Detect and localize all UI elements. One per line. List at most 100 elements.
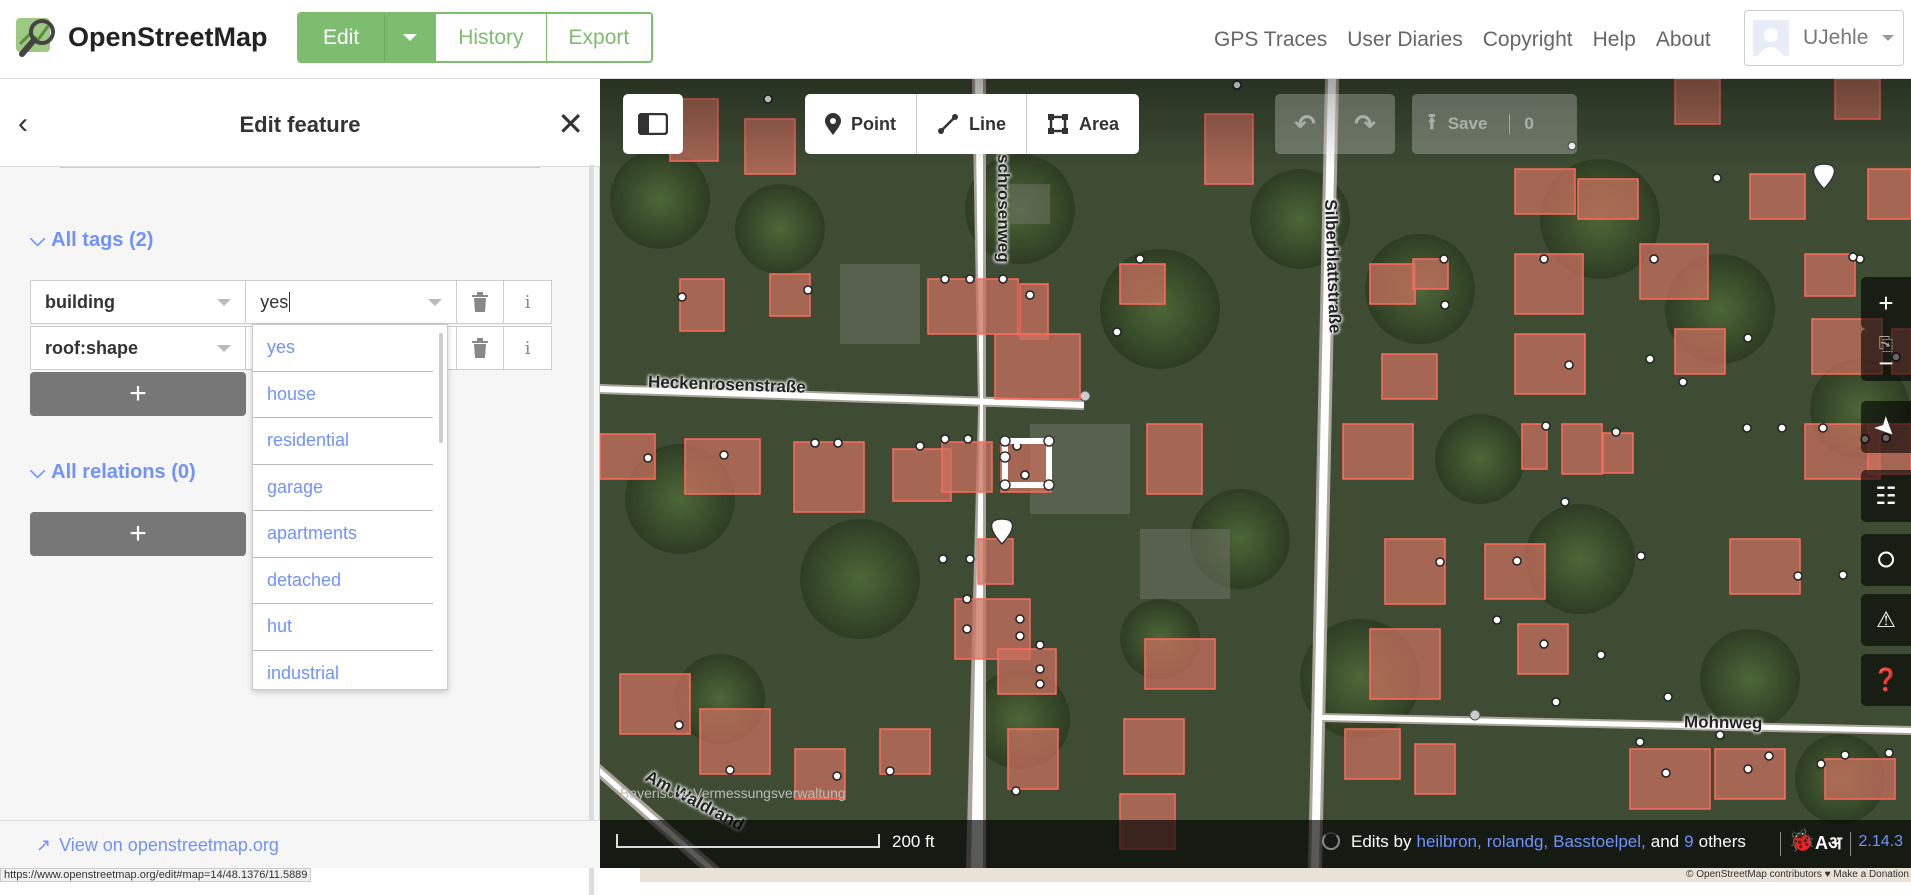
history-button[interactable]: History xyxy=(436,14,547,61)
delete-tag-button[interactable] xyxy=(457,281,505,323)
tag-key-field[interactable]: building xyxy=(31,281,247,323)
tag-value-field[interactable]: yes xyxy=(246,281,458,323)
help-icon: ❓ xyxy=(1872,667,1900,692)
username: UJehle xyxy=(1803,26,1869,49)
undo-redo-group: ↶ ↷ xyxy=(1275,94,1395,154)
export-button[interactable]: Export xyxy=(546,14,652,61)
toggle-sidebar-button[interactable] xyxy=(623,94,683,154)
add-tag-button[interactable]: + xyxy=(30,372,246,416)
tag-value-text: yes xyxy=(260,291,289,312)
edit-button[interactable]: Edit xyxy=(299,14,385,61)
contributor-link[interactable]: heilbron, xyxy=(1416,832,1481,852)
text-cursor xyxy=(289,292,291,312)
nav-help[interactable]: Help xyxy=(1593,28,1636,52)
edit-dropdown-button[interactable] xyxy=(384,14,437,61)
minus-icon: − xyxy=(1878,348,1894,378)
map-data-button[interactable]: ⭘ xyxy=(1861,534,1911,586)
attribution-others: others xyxy=(1698,832,1746,851)
help-button[interactable]: ❓ xyxy=(1861,654,1911,706)
layers-icon: ☷ xyxy=(1875,482,1897,510)
add-area-button[interactable]: Area xyxy=(1027,94,1139,154)
all-relations-toggle[interactable]: ⌵ All relations (0) xyxy=(30,461,196,484)
save-count: 0 xyxy=(1509,114,1534,134)
view-on-osm-label: View on openstreetmap.org xyxy=(59,835,279,855)
suggestion-option[interactable]: residential xyxy=(253,418,433,465)
user-menu[interactable]: UJehle xyxy=(1744,10,1904,66)
trash-icon xyxy=(472,338,489,358)
aerial-imagery xyxy=(600,79,1911,868)
value-suggestions-dropdown: yes house residential garage apartments … xyxy=(252,324,448,690)
nav-copyright[interactable]: Copyright xyxy=(1483,28,1573,52)
save-button[interactable]: ⭱ Save 0 xyxy=(1412,94,1577,154)
delete-tag-button[interactable] xyxy=(457,327,505,369)
redo-icon[interactable]: ↷ xyxy=(1354,109,1376,140)
dropdown-scrollbar[interactable] xyxy=(439,333,443,443)
undo-icon[interactable]: ↶ xyxy=(1294,109,1316,140)
scale-label: 200 ft xyxy=(892,832,935,851)
attribution-and: and xyxy=(1650,832,1680,851)
warning-icon: ⚠ xyxy=(1876,607,1896,632)
sidebar-footer: ↗ View on openstreetmap.org xyxy=(0,820,600,868)
view-on-osm-link[interactable]: ↗ View on openstreetmap.org xyxy=(36,835,279,856)
tag-info-button[interactable]: i xyxy=(504,281,551,323)
tag-info-button[interactable]: i xyxy=(504,327,551,369)
all-tags-label: All tags (2) xyxy=(51,229,154,251)
external-link-icon: ↗ xyxy=(36,835,52,855)
add-line-button[interactable]: Line xyxy=(917,94,1028,154)
history-spinner-icon xyxy=(1322,832,1340,850)
close-icon[interactable]: ✕ xyxy=(557,105,584,143)
osm-contributors-credit[interactable]: © OpenStreetMap contributors ♥ Make a Do… xyxy=(1686,869,1909,880)
tag-key-text: roof:shape xyxy=(45,337,139,358)
divider xyxy=(60,167,540,168)
nav-gps-traces[interactable]: GPS Traces xyxy=(1214,28,1327,52)
sidebar-scrollbar[interactable] xyxy=(589,165,594,895)
main-nav: GPS Traces User Diaries Copyright Help A… xyxy=(1214,28,1711,52)
area-label: Area xyxy=(1079,113,1120,134)
nav-user-diaries[interactable]: User Diaries xyxy=(1347,28,1463,52)
scale-bar[interactable] xyxy=(616,834,880,848)
attribution-prefix: Edits by xyxy=(1351,832,1412,851)
combo-caret-icon xyxy=(428,299,443,306)
translate-icon[interactable]: Aअ xyxy=(1815,831,1842,855)
plus-icon: + xyxy=(1878,287,1894,318)
imagery-credit[interactable]: Bayerische Vermessungsverwaltung xyxy=(620,785,846,801)
nav-about[interactable]: About xyxy=(1656,28,1711,52)
tag-key-field[interactable]: roof:shape xyxy=(31,327,247,369)
combo-caret-icon xyxy=(217,299,232,306)
background-layers-button[interactable]: ☷ xyxy=(1861,470,1911,522)
map-top-shade xyxy=(600,79,1911,169)
zoom-to-selection-icon: ⎘ xyxy=(1878,334,1894,354)
sidebar-toggle-icon xyxy=(638,113,668,135)
suggestion-option[interactable]: hut xyxy=(253,604,433,651)
bug-report-icon[interactable]: 🐞 xyxy=(1788,828,1815,854)
osm-logo-icon[interactable] xyxy=(14,14,60,60)
suggestion-option[interactable]: garage xyxy=(253,465,433,511)
edit-history-export-group: Edit History Export xyxy=(297,12,654,63)
sidebar-header: ‹ Edit feature ✕ xyxy=(0,79,600,167)
zoom-out-button[interactable]: ⎘ − xyxy=(1861,329,1911,381)
suggestion-option[interactable]: industrial xyxy=(253,651,433,690)
suggestion-option[interactable]: house xyxy=(253,372,433,418)
suggestion-option[interactable]: detached xyxy=(253,558,433,604)
contributor-link[interactable]: rolandg, xyxy=(1487,832,1548,852)
trash-icon xyxy=(472,292,489,312)
geolocate-button[interactable]: ➤ xyxy=(1861,401,1911,453)
point-label: Point xyxy=(851,113,896,134)
contributor-link[interactable]: Basstoelpel, xyxy=(1553,832,1646,852)
info-icon: i xyxy=(524,291,531,313)
version-label[interactable]: 2.14.3 xyxy=(1859,833,1903,851)
zoom-in-button[interactable]: + xyxy=(1861,277,1911,329)
chevron-down-icon: ⌵ xyxy=(30,461,46,483)
all-tags-toggle[interactable]: ⌵ All tags (2) xyxy=(30,229,153,252)
brand-name[interactable]: OpenStreetMap xyxy=(68,22,268,53)
add-point-button[interactable]: Point xyxy=(805,94,917,154)
issues-button[interactable]: ⚠ xyxy=(1861,594,1911,646)
tag-row: building yes i xyxy=(30,280,552,324)
others-count-link[interactable]: 9 xyxy=(1684,832,1693,852)
suggestion-option[interactable]: apartments xyxy=(253,511,433,558)
suggestion-option[interactable]: yes xyxy=(253,325,433,372)
street-label: Mohnweg xyxy=(1683,712,1763,733)
add-relation-button[interactable]: + xyxy=(30,512,246,556)
map-canvas[interactable]: Heckenrosenstraße schrosenweg Silberblat… xyxy=(600,79,1911,868)
line-icon xyxy=(938,114,958,134)
